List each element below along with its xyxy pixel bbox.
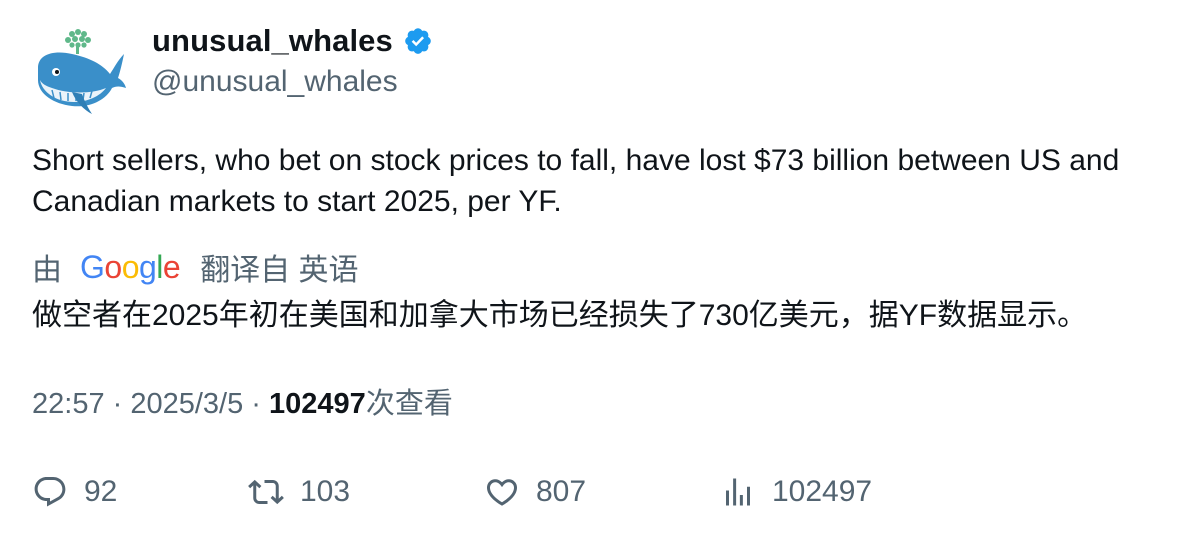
meta-separator-2: · xyxy=(243,388,270,420)
translation-prefix: 由 xyxy=(32,254,62,287)
whale-logo-icon xyxy=(38,29,126,114)
tweet-time[interactable]: 22:57 xyxy=(32,388,105,420)
google-logo[interactable]: Google xyxy=(80,248,181,286)
translation-attribution: 由 Google 翻译自 英语 xyxy=(32,245,359,289)
verified-badge-icon xyxy=(405,28,431,54)
google-logo-letter: g xyxy=(138,248,157,285)
tweet-meta: 22:57 · 2025/3/5 · 102497次查看 xyxy=(32,384,453,424)
like-count: 807 xyxy=(536,475,587,508)
author-handle[interactable]: @unusual_whales xyxy=(152,62,433,102)
views-count: 102497 xyxy=(269,388,366,420)
google-logo-letter: e xyxy=(162,248,181,285)
google-logo-letter: G xyxy=(80,248,105,285)
heart-icon xyxy=(486,479,518,506)
reply-button[interactable]: 92 xyxy=(32,470,117,514)
views-action-count: 102497 xyxy=(772,475,873,508)
views-label: 次查看 xyxy=(365,388,453,420)
tweet-date[interactable]: 2025/3/5 xyxy=(130,388,243,420)
reply-icon xyxy=(34,477,66,507)
translation-suffix: 翻译自 英语 xyxy=(200,254,359,287)
tweet-card: unusual_whales @unusual_whales Short sel… xyxy=(0,0,1196,538)
google-logo-letter: o xyxy=(104,248,122,285)
author-info: unusual_whales @unusual_whales xyxy=(152,20,433,102)
retweet-icon xyxy=(248,479,284,505)
retweet-button[interactable]: 103 xyxy=(248,470,350,514)
like-button[interactable]: 807 xyxy=(484,470,586,514)
google-logo-letter: l xyxy=(156,248,163,285)
google-logo-letter: o xyxy=(121,248,140,285)
author-display-name[interactable]: unusual_whales xyxy=(152,23,393,59)
views-button[interactable]: 102497 xyxy=(720,470,872,514)
analytics-icon xyxy=(726,478,750,506)
reply-count: 92 xyxy=(84,475,118,508)
action-bar: 92 103 807 102497 xyxy=(32,470,1172,514)
author-avatar[interactable] xyxy=(32,24,128,120)
retweet-count: 103 xyxy=(300,475,351,508)
tweet-text: Short sellers, who bet on stock prices t… xyxy=(32,144,1120,218)
translated-text: 做空者在2025年初在美国和加拿大市场已经损失了730亿美元，据YF数据显示。 xyxy=(32,299,1088,332)
display-name-row: unusual_whales xyxy=(152,20,433,62)
meta-separator: · xyxy=(104,388,131,420)
